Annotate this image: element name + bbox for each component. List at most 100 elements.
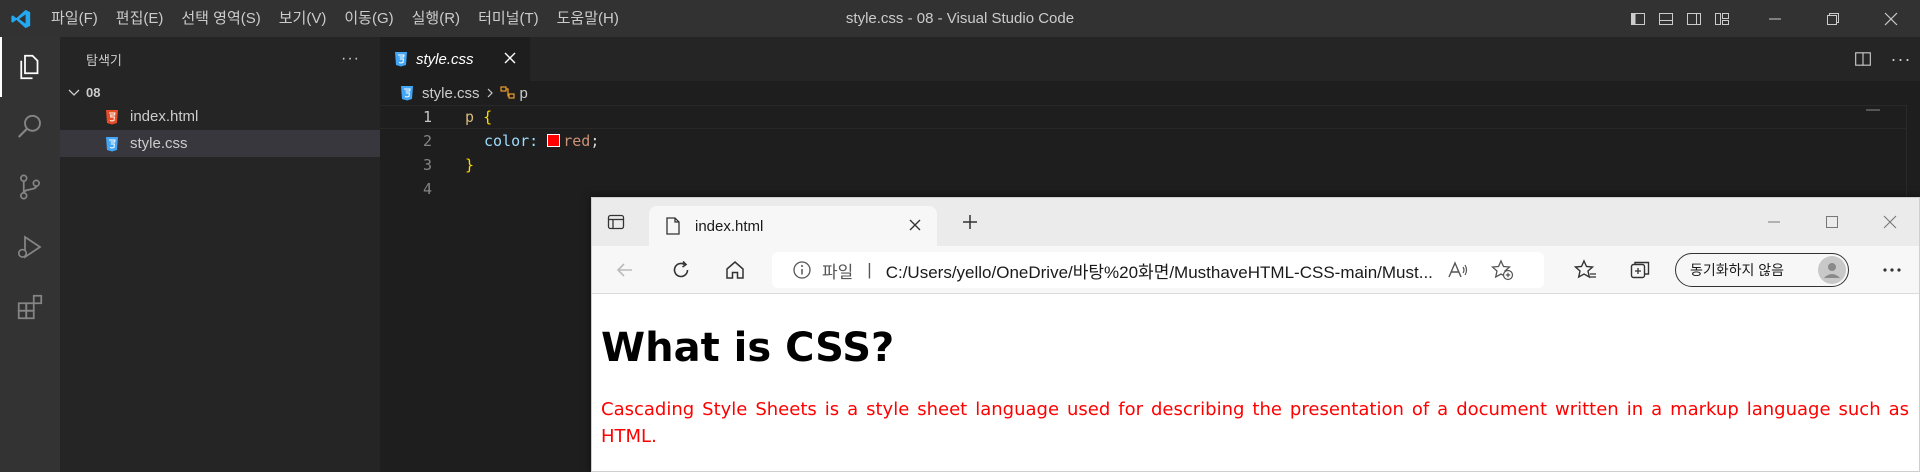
toggle-secondary-sidebar-icon[interactable] [1680, 0, 1708, 37]
close-tab-icon[interactable] [905, 215, 925, 235]
menu-help[interactable]: 도움말(H) [548, 0, 628, 37]
tab-actions-icon[interactable] [606, 212, 626, 237]
menu-go[interactable]: 이동(G) [335, 0, 402, 37]
folder-name: 08 [86, 84, 101, 100]
address-bar[interactable]: 파일 | C:/Users/yello/OneDrive/바탕%20화면/Mus… [772, 252, 1544, 288]
tab-style-css[interactable]: style.css [380, 37, 530, 81]
file-name: index.html [130, 108, 199, 125]
menu-file[interactable]: 파일(F) [42, 0, 107, 37]
restore-icon[interactable] [1804, 0, 1862, 37]
title-bar: 파일(F) 편집(E) 선택 영역(S) 보기(V) 이동(G) 실행(R) 터… [0, 0, 1920, 37]
minimap[interactable] [1866, 109, 1880, 111]
more-actions-icon[interactable]: ··· [341, 50, 360, 68]
tab-label: style.css [416, 50, 474, 68]
window-title: style.css - 08 - Visual Studio Code [845, 10, 1075, 27]
profile-sync-button[interactable]: 동기화하지 않음 [1675, 253, 1849, 287]
activity-bar [0, 37, 60, 472]
file-item-index-html[interactable]: index.html [60, 103, 380, 130]
close-brace: } [465, 156, 475, 174]
css-file-icon [104, 136, 120, 152]
read-aloud-icon[interactable] [1447, 260, 1469, 280]
search-icon[interactable] [0, 97, 60, 157]
customize-layout-icon[interactable] [1708, 0, 1736, 37]
line-number: 2 [422, 132, 432, 150]
breadcrumb-symbol[interactable]: p [520, 85, 528, 102]
title-bar-controls [1624, 0, 1920, 37]
symbol-class-icon [499, 86, 515, 99]
minimize-icon[interactable] [1746, 0, 1804, 37]
address-prefix: 파일 [822, 262, 854, 282]
explorer-title: 탐색기 [86, 52, 122, 68]
settings-more-icon[interactable] [1875, 254, 1909, 286]
css-value: red [563, 132, 591, 150]
css-file-icon [401, 86, 413, 101]
code-line[interactable]: 2 color: red; [380, 129, 1920, 153]
explorer-header: 탐색기 ··· [60, 37, 380, 81]
semicolon: ; [590, 132, 600, 150]
menu-edit[interactable]: 편집(E) [107, 0, 173, 37]
menu-view[interactable]: 보기(V) [270, 0, 336, 37]
menu-bar: 파일(F) 편집(E) 선택 영역(S) 보기(V) 이동(G) 실행(R) 터… [42, 0, 628, 37]
explorer-sidebar: 탐색기 ··· 08 index.html style.css [60, 37, 380, 472]
page-paragraph: Cascading Style Sheets is a style sheet … [601, 399, 1909, 447]
browser-toolbar: 파일 | C:/Users/yello/OneDrive/바탕%20화면/Mus… [592, 246, 1919, 294]
toggle-primary-sidebar-icon[interactable] [1624, 0, 1652, 37]
extensions-icon[interactable] [0, 277, 60, 337]
web-page-content: What is CSS? Cascading Style Sheets is a… [592, 324, 1919, 450]
run-debug-icon[interactable] [0, 217, 60, 277]
menu-terminal[interactable]: 터미널(T) [469, 0, 548, 37]
code-line[interactable]: 1 p { [380, 105, 1920, 129]
address-url[interactable]: C:/Users/yello/OneDrive/바탕%20화면/Musthave… [886, 258, 1433, 283]
css-file-icon [395, 52, 407, 67]
info-icon[interactable] [792, 260, 812, 280]
line-number: 1 [422, 108, 432, 126]
css-selector: p [465, 108, 475, 126]
menu-run[interactable]: 실행(R) [403, 0, 469, 37]
chevron-right-icon [487, 88, 493, 98]
file-item-style-css[interactable]: style.css [60, 130, 380, 157]
close-icon[interactable] [1862, 0, 1920, 37]
browser-tab-strip: index.html [592, 198, 1919, 246]
browser-window-controls [1745, 198, 1919, 246]
code-line[interactable]: 3 } [380, 153, 1920, 177]
code-area[interactable]: 1 p { 2 color: red; 3 } 4 [380, 105, 1920, 201]
folder-item[interactable]: 08 [60, 81, 380, 103]
maximize-icon[interactable] [1803, 198, 1861, 246]
menu-selection[interactable]: 선택 영역(S) [172, 0, 269, 37]
toggle-panel-icon[interactable] [1652, 0, 1680, 37]
split-editor-icon[interactable] [1844, 37, 1882, 81]
line-number: 4 [422, 180, 432, 198]
close-icon[interactable] [1861, 198, 1919, 246]
editor-tabs: style.css ··· [380, 37, 1920, 81]
breadcrumb-file[interactable]: style.css [422, 85, 480, 102]
browser-tab-index-html[interactable]: index.html [649, 206, 937, 246]
open-brace: { [483, 108, 493, 126]
page-heading: What is CSS? [601, 325, 895, 371]
favorites-icon[interactable] [1569, 254, 1603, 286]
source-control-icon[interactable] [0, 157, 60, 217]
new-tab-icon[interactable] [960, 212, 980, 237]
file-name: style.css [130, 135, 188, 152]
html-file-icon [104, 109, 120, 125]
add-favorite-icon[interactable] [1490, 259, 1515, 281]
css-property: color: [484, 132, 539, 150]
close-tab-icon[interactable] [502, 50, 518, 66]
breadcrumb: style.css p [380, 81, 1920, 105]
chevron-down-icon [68, 89, 80, 96]
back-arrow-icon[interactable] [608, 254, 642, 286]
line-number: 3 [422, 156, 432, 174]
page-icon [666, 217, 680, 235]
address-divider: | [867, 260, 872, 279]
refresh-icon[interactable] [664, 254, 698, 286]
explorer-icon[interactable] [0, 37, 60, 97]
collections-icon[interactable] [1624, 254, 1658, 286]
sync-label: 동기화하지 않음 [1690, 262, 1785, 278]
color-swatch-icon[interactable] [547, 134, 561, 147]
home-icon[interactable] [718, 254, 752, 286]
avatar [1818, 256, 1846, 284]
minimize-icon[interactable] [1745, 198, 1803, 246]
more-actions-icon[interactable]: ··· [1882, 37, 1920, 81]
editor-actions: ··· [1844, 37, 1920, 81]
browser-window: index.html 파일 | C:/Users/yello/OneDrive/… [591, 197, 1920, 472]
vscode-logo-icon [11, 9, 31, 29]
